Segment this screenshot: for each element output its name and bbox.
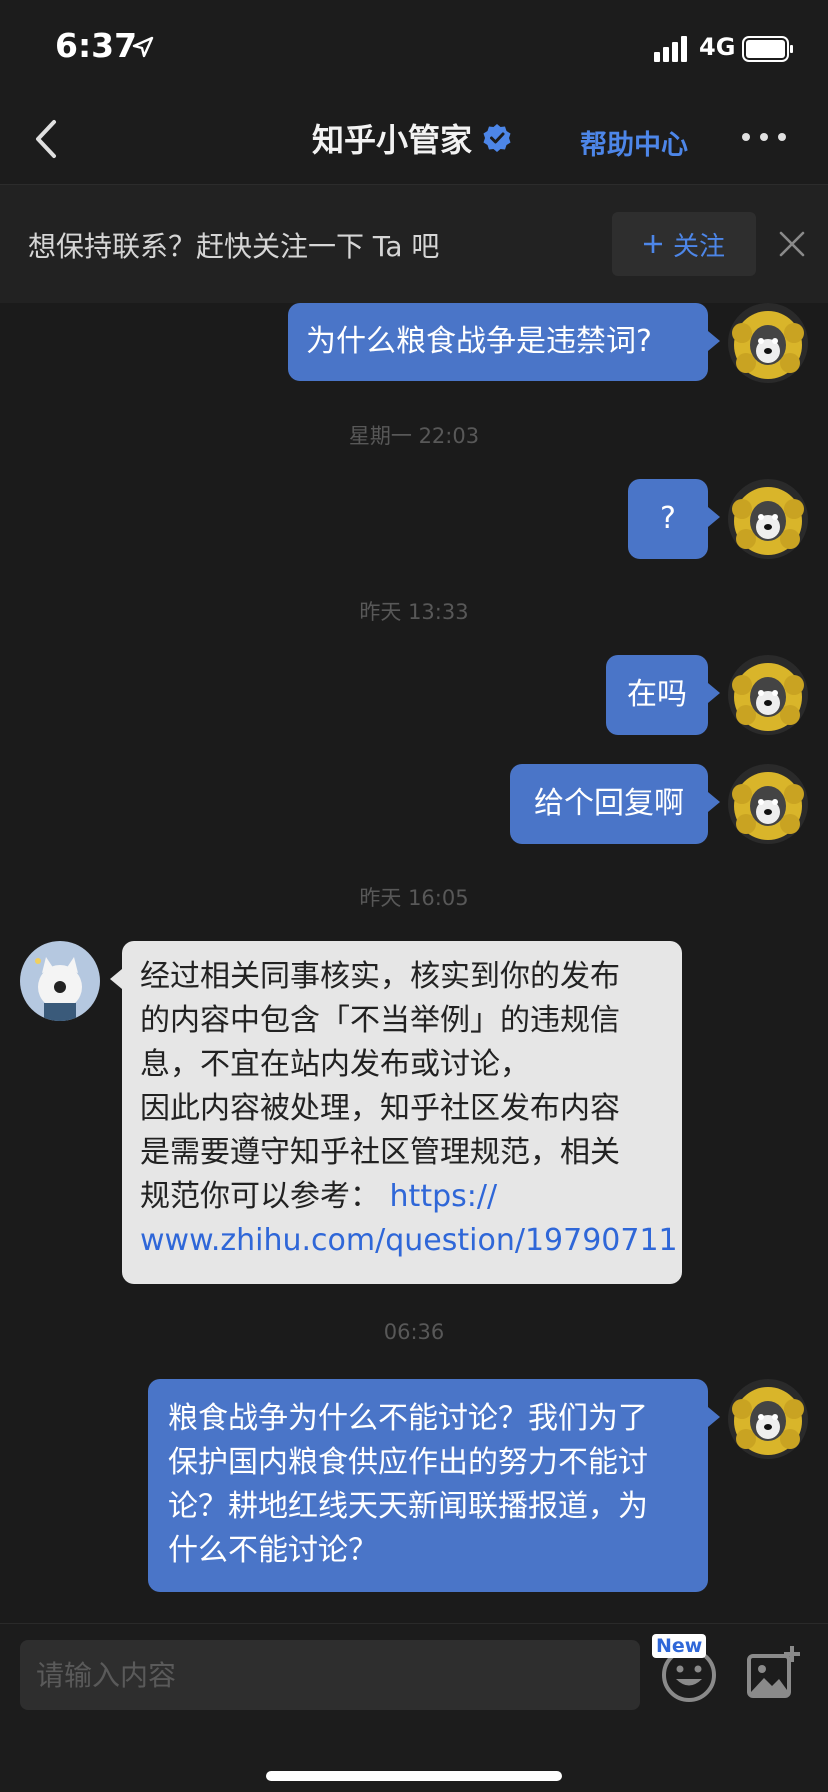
guideline-link[interactable]: https:// — [390, 1179, 498, 1214]
timestamp: 昨天 13:33 — [359, 600, 469, 624]
timestamp: 昨天 16:05 — [359, 886, 469, 910]
signal-icon — [654, 36, 687, 62]
husky-avatar-image — [728, 303, 808, 383]
plus-icon — [643, 235, 662, 253]
reply-line: 因此内容被处理，知乎社区发布内容 — [140, 1091, 620, 1126]
husky-avatar-image — [728, 764, 808, 844]
avatar-zhihu-assistant[interactable] — [20, 941, 100, 1021]
message-bubble-outgoing[interactable]: 给个回复啊 — [510, 764, 720, 844]
message-text: 给个回复啊 — [534, 786, 684, 821]
follow-prompt: 想保持联系？赶快关注一下 Ta 吧 — [28, 230, 440, 263]
status-time: 6:37 — [55, 26, 138, 65]
follow-button-label: 关注 — [672, 231, 725, 262]
verified-badge-icon — [483, 124, 511, 152]
follow-button[interactable]: 关注 — [612, 212, 756, 276]
message-input[interactable] — [20, 1640, 640, 1710]
timestamp: 06:36 — [383, 1320, 445, 1344]
navigation-bar: 知乎小管家 帮助中心 — [0, 96, 828, 185]
new-badge: New — [652, 1634, 707, 1658]
message-list[interactable]: 为什么粮食战争是违禁词? 星期一 22:03 ? 昨天 13:33 在吗 给个回… — [0, 303, 828, 1623]
avatar-self[interactable] — [728, 303, 808, 383]
message-line: 保护国内粮食供应作出的努力不能讨 — [168, 1445, 648, 1480]
husky-avatar-image — [728, 655, 808, 735]
guideline-link-url[interactable]: www.zhihu.com/question/19790711 — [140, 1219, 678, 1263]
husky-avatar-image — [728, 1379, 808, 1459]
message-bubble-outgoing[interactable]: ? — [628, 479, 720, 559]
reply-line: 的内容中包含「不当举例」的违规信 — [140, 1003, 620, 1038]
battery-icon — [742, 36, 793, 62]
avatar-self[interactable] — [728, 479, 808, 559]
back-arrow-icon[interactable] — [28, 114, 68, 164]
message-text: 为什么粮食战争是违禁词? — [306, 324, 652, 359]
message-line: 论？耕地红线天天新闻联播报道，为 — [168, 1489, 648, 1524]
reply-line: 息，不宜在站内发布或讨论， — [140, 1047, 530, 1082]
avatar-self[interactable] — [728, 655, 808, 735]
reply-line: 是需要遵守知乎社区管理规范，相关 — [140, 1135, 620, 1170]
message-bubble-outgoing[interactable]: 在吗 — [606, 655, 720, 735]
location-arrow-icon — [132, 36, 154, 58]
close-icon[interactable] — [778, 230, 806, 258]
avatar-self[interactable] — [728, 1379, 808, 1459]
status-bar: 6:37 4G — [0, 0, 828, 96]
message-bubble-outgoing[interactable]: 粮食战争为什么不能讨论？我们为了 保护国内粮食供应作出的努力不能讨 论？耕地红线… — [148, 1379, 720, 1592]
message-input-bar: New — [0, 1623, 828, 1792]
avatar-self[interactable] — [728, 764, 808, 844]
add-image-icon[interactable] — [746, 1644, 802, 1702]
husky-avatar-image — [728, 479, 808, 559]
message-bubble-outgoing[interactable]: 为什么粮食战争是违禁词? — [288, 303, 720, 381]
message-line: 什么不能讨论？ — [168, 1533, 378, 1568]
message-text: ? — [660, 501, 676, 536]
message-line: 粮食战争为什么不能讨论？我们为了 — [168, 1401, 648, 1436]
network-type: 4G — [699, 33, 736, 61]
conversation-title: 知乎小管家 — [312, 116, 512, 160]
message-bubble-incoming[interactable]: 经过相关同事核实，核实到你的发布 的内容中包含「不当举例」的违规信 息，不宜在站… — [110, 941, 682, 1284]
reply-line: 规范你可以参考： https:// — [140, 1175, 664, 1219]
follow-banner: 想保持联系？赶快关注一下 Ta 吧 关注 — [0, 185, 828, 303]
reply-line-text: 规范你可以参考： — [140, 1179, 380, 1214]
help-center-link[interactable]: 帮助中心 — [580, 123, 688, 162]
message-text: 在吗 — [627, 677, 687, 712]
chat-screen: 6:37 4G 知乎小管家 帮助中心 想保持联系？赶快关注一下 Ta 吧 关注 … — [0, 0, 828, 1792]
assistant-avatar-image — [20, 941, 100, 1021]
more-icon[interactable] — [741, 130, 787, 144]
page-title: 知乎小管家 — [312, 121, 473, 159]
home-indicator — [266, 1771, 562, 1781]
timestamp: 星期一 22:03 — [348, 424, 480, 448]
reply-line: 经过相关同事核实，核实到你的发布 — [140, 959, 620, 994]
